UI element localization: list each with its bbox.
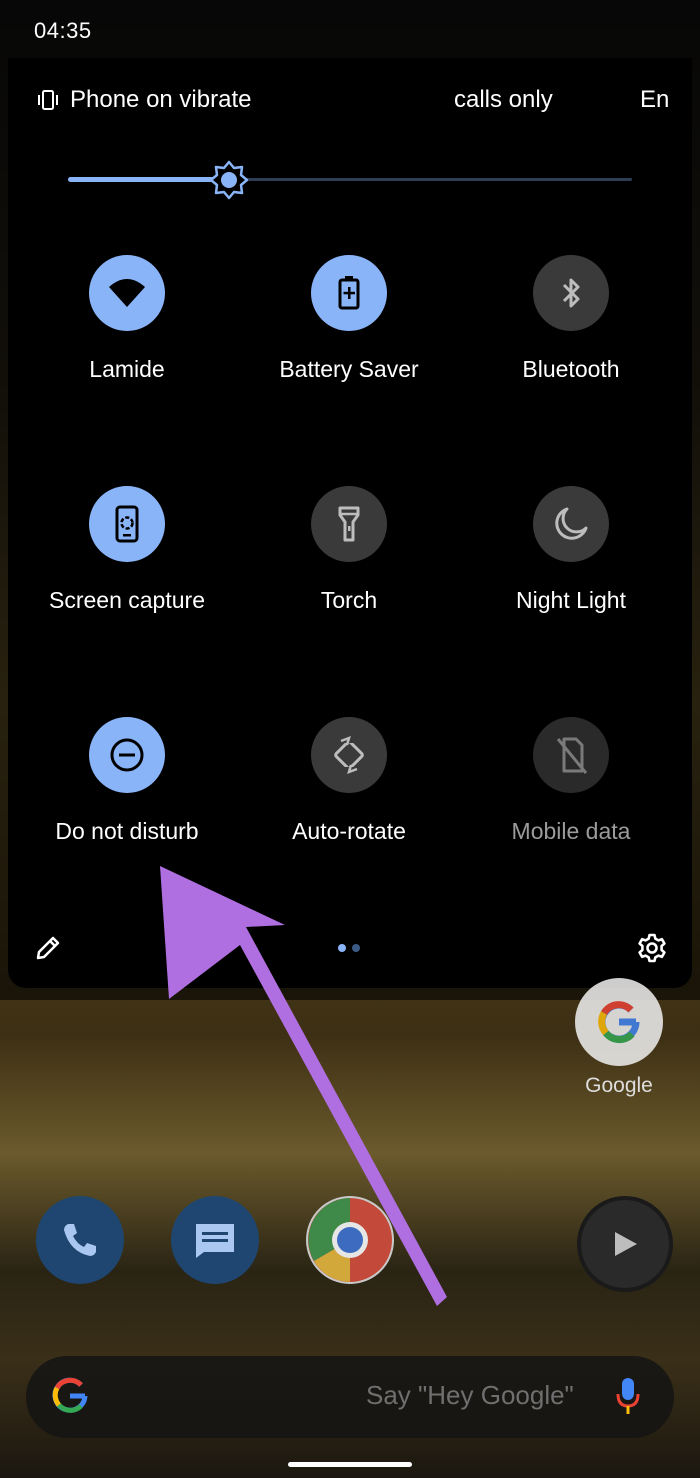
tile-torch-label: Torch (320, 587, 378, 613)
tile-mobile-data-circle[interactable] (533, 717, 609, 793)
tile-mobile-data-label: Mobile data (511, 818, 631, 844)
tile-auto-rotate[interactable]: Auto-rotate (238, 710, 460, 910)
tile-screen-capture-circle[interactable] (89, 486, 165, 562)
tile-bluetooth-label: Bluetooth (522, 356, 620, 382)
settings-gear-icon[interactable] (636, 932, 668, 964)
tile-wifi-circle[interactable] (89, 255, 165, 331)
google-app-label: Google (585, 1074, 653, 1097)
brightness-slider[interactable] (68, 158, 632, 202)
tile-mobile-data[interactable]: Mobile data (460, 710, 682, 910)
tile-battery-saver-label: Battery Saver (279, 356, 419, 382)
tile-torch-circle[interactable] (311, 486, 387, 562)
google-g-icon (598, 1001, 640, 1044)
status-clock: 04:35 (34, 18, 92, 43)
vibrate-icon (38, 90, 58, 110)
battery-saver-icon (338, 276, 360, 310)
google-app-shortcut[interactable]: Google (574, 978, 664, 1098)
tile-auto-rotate-circle[interactable] (311, 717, 387, 793)
messages-app-icon[interactable] (171, 1196, 259, 1284)
dnd-icon (110, 738, 144, 772)
chrome-app-icon[interactable] (306, 1196, 394, 1284)
bluetooth-icon (562, 278, 580, 308)
tile-battery-saver-circle[interactable] (311, 255, 387, 331)
auto-rotate-icon (334, 735, 364, 775)
tile-wifi-label: Lamide (89, 356, 165, 382)
brightness-fill (68, 177, 229, 182)
edit-pencil-icon[interactable] (34, 934, 62, 962)
third-status-chip[interactable]: En (640, 86, 669, 114)
screen-capture-icon (115, 505, 139, 543)
tile-do-not-disturb-circle[interactable] (89, 717, 165, 793)
phone-app-icon[interactable] (36, 1196, 124, 1284)
phone-icon (64, 1224, 96, 1256)
tile-night-light-label: Night Light (516, 587, 626, 613)
dnd-status-chip[interactable]: ​calls only (454, 86, 553, 114)
page-dot (338, 944, 346, 952)
messages-icon (196, 1224, 234, 1258)
tile-do-not-disturb[interactable]: Do not disturb (16, 710, 238, 910)
tile-night-light-circle[interactable] (533, 486, 609, 562)
home-screen: Google Say "Hey Google" (0, 978, 700, 1478)
quick-settings-panel: Phone on vibrate ​calls only En Lamide (8, 58, 692, 988)
mobile-data-icon (556, 737, 588, 774)
tile-bluetooth-circle[interactable] (533, 255, 609, 331)
tile-wifi[interactable]: Lamide (16, 248, 238, 448)
tile-auto-rotate-label: Auto-rotate (292, 818, 406, 844)
en-label: En (640, 86, 670, 113)
qs-footer (8, 926, 692, 970)
play-icon (615, 1232, 637, 1256)
google-search-bar[interactable]: Say "Hey Google" (26, 1356, 674, 1438)
page-dot (352, 944, 360, 952)
tile-night-light[interactable]: Night Light (460, 479, 682, 679)
search-placeholder: Say "Hey Google" (366, 1380, 574, 1410)
status-bar: 04:35 (0, 0, 700, 62)
calls-only-label: ​calls only (454, 86, 553, 113)
google-logo-icon (52, 1377, 88, 1413)
google-app-icon[interactable] (575, 978, 663, 1066)
chrome-icon (308, 1198, 392, 1282)
vibrate-label: Phone on vibrate (70, 86, 252, 113)
night-light-icon (555, 507, 588, 540)
torch-icon (338, 506, 360, 542)
tile-battery-saver[interactable]: Battery Saver (238, 248, 460, 448)
tile-screen-capture-label: Screen capture (49, 587, 205, 613)
page-indicator (338, 944, 360, 952)
qs-status-chips: Phone on vibrate ​calls only En (8, 78, 692, 122)
ringer-chip[interactable]: Phone on vibrate (36, 86, 251, 114)
media-app-icon[interactable] (577, 1196, 673, 1292)
brightness-thumb-icon[interactable] (209, 160, 249, 200)
navigation-handle[interactable] (288, 1462, 412, 1467)
tile-do-not-disturb-label: Do not disturb (55, 818, 199, 844)
tile-screen-capture[interactable]: Screen capture (16, 479, 238, 679)
microphone-icon[interactable] (614, 1376, 642, 1416)
tile-bluetooth[interactable]: Bluetooth (460, 248, 682, 448)
tile-torch[interactable]: Torch (238, 479, 460, 679)
wifi-icon (109, 279, 145, 307)
